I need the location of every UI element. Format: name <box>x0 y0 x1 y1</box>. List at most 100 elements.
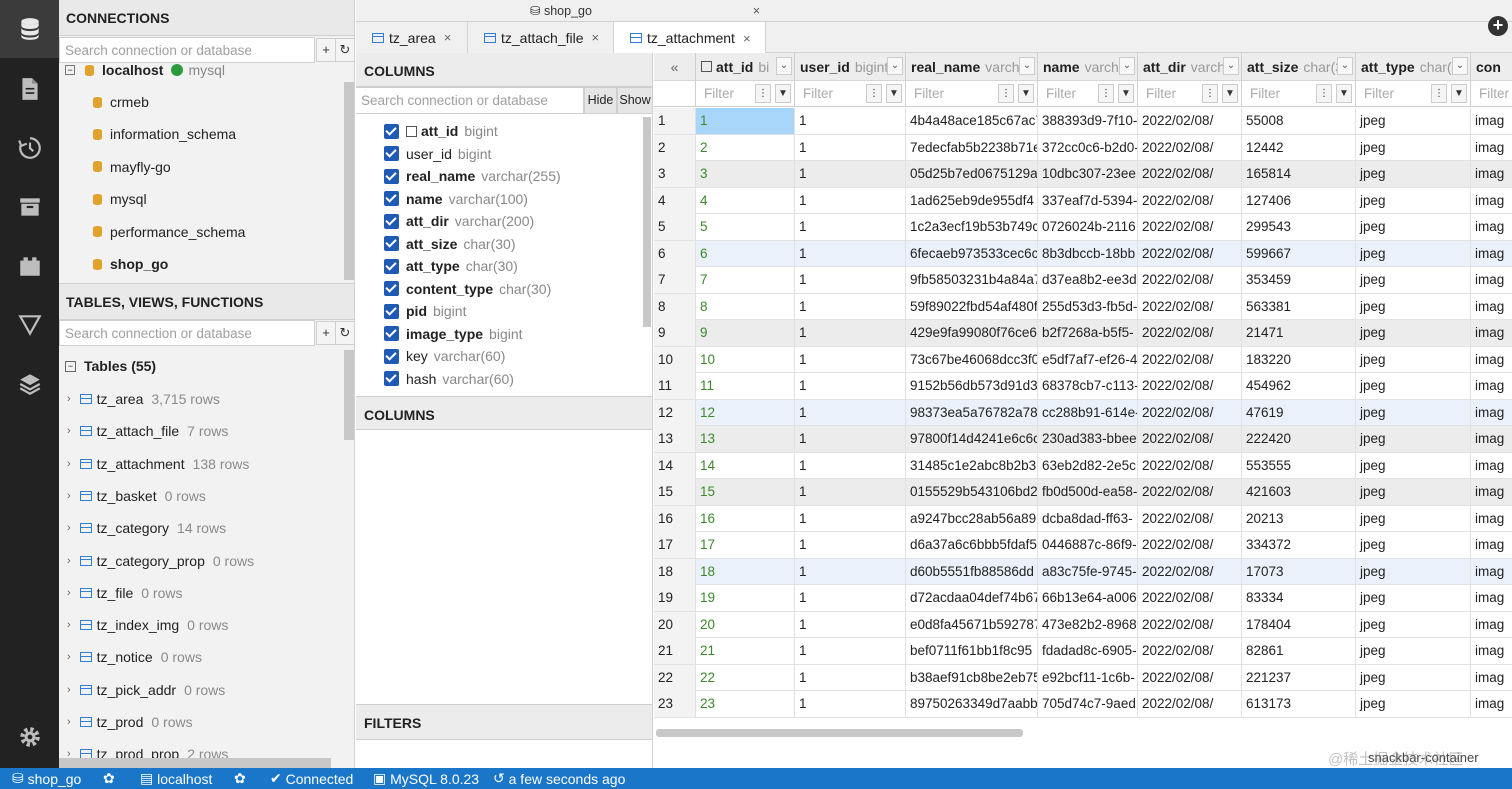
table-row[interactable]: 14 14 1 31485c1e2abc8b2b3b 63eb2d82-2e5c 2022… <box>654 452 1512 479</box>
filter-icon[interactable] <box>0 296 59 354</box>
table-cell[interactable]: 89750263349d7aabb <box>906 691 1038 717</box>
table-cell[interactable]: e92bcf11-1c6b- <box>1038 664 1138 691</box>
table-cell[interactable]: 8 <box>696 293 795 320</box>
close-icon[interactable]: × <box>592 30 600 45</box>
table-cell[interactable]: 21 <box>696 638 795 664</box>
filter-icon[interactable]: ▼ <box>1222 84 1238 103</box>
table-cell[interactable]: 14 <box>696 452 795 479</box>
refresh-connections-button[interactable]: ↻ <box>335 38 354 62</box>
table-cell[interactable]: jpeg <box>1356 505 1471 532</box>
table-row[interactable]: 4 4 1 1ad625eb9de955df4 337eaf7d-5394- 2022/0… <box>654 187 1512 214</box>
table-cell[interactable]: 2022/02/08/ <box>1138 267 1242 293</box>
table-cell[interactable]: 334372 <box>1242 532 1356 558</box>
gear-icon[interactable] <box>0 708 59 766</box>
table-cell[interactable]: bef0711f61bb1f8c95 <box>906 638 1038 664</box>
table-cell[interactable]: jpeg <box>1356 214 1471 240</box>
table-cell[interactable]: imag <box>1471 506 1512 532</box>
archive-icon[interactable] <box>0 178 59 236</box>
chevron-right-icon[interactable]: › <box>67 716 71 728</box>
table-cell[interactable]: 20 <box>696 611 795 638</box>
more-icon[interactable]: ⋮ <box>755 84 771 103</box>
table-cell[interactable]: jpeg <box>1356 293 1471 320</box>
checkbox[interactable] <box>384 303 399 319</box>
table-cell[interactable]: imag <box>1471 612 1512 638</box>
table-cell[interactable]: d6a37a6c6bbb5fdaf5 <box>906 532 1038 558</box>
database-item[interactable]: shop_go <box>93 248 168 280</box>
chevron-down-icon[interactable]: ⌄ <box>1223 57 1239 75</box>
table-cell[interactable]: imag <box>1471 691 1512 717</box>
table-cell[interactable]: 22 <box>696 664 795 691</box>
more-icon[interactable]: ⋮ <box>1431 84 1447 103</box>
chevron-down-icon[interactable]: ⌄ <box>1119 57 1135 75</box>
table-row[interactable]: 20 20 1 e0d8fa45671b592787 473e82b2-8968 2022… <box>654 611 1512 638</box>
table-cell[interactable]: 05d25b7ed0675129a <box>906 161 1038 187</box>
checkbox[interactable] <box>384 236 399 251</box>
table-cell[interactable]: 2022/02/08/ <box>1138 638 1242 664</box>
table-cell[interactable]: imag <box>1471 559 1512 585</box>
table-cell[interactable]: 10 <box>696 346 795 373</box>
table-row[interactable]: 17 17 1 d6a37a6c6bbb5fdaf5 0446887c-86f9- 202… <box>654 532 1512 559</box>
table-cell[interactable]: 299543 <box>1242 214 1356 240</box>
table-cell[interactable]: 1 <box>795 426 906 452</box>
table-cell[interactable]: jpeg <box>1356 558 1471 585</box>
table-cell[interactable]: 73c67be46068dcc3f0 <box>906 346 1038 373</box>
table-cell[interactable]: a83c75fe-9745- <box>1038 558 1138 585</box>
table-cell[interactable]: imag <box>1471 638 1512 664</box>
table-cell[interactable]: d60b5551fb88586dd <box>906 558 1038 585</box>
filter-icon[interactable]: ▼ <box>1451 84 1467 103</box>
table-cell[interactable]: 13 <box>696 426 795 452</box>
table-cell[interactable]: 0726024b-2116 <box>1038 214 1138 240</box>
table-cell[interactable]: 563381 <box>1242 293 1356 320</box>
database-item[interactable]: crmeb <box>93 86 149 118</box>
table-cell[interactable]: imag <box>1471 267 1512 293</box>
table-cell[interactable]: imag <box>1471 320 1512 346</box>
table-cell[interactable]: 222420 <box>1242 426 1356 452</box>
table-cell[interactable]: 2 <box>696 134 795 161</box>
table-cell[interactable]: jpeg <box>1356 373 1471 399</box>
connections-scrollbar[interactable] <box>344 82 354 280</box>
table-cell[interactable]: 1 <box>795 240 906 267</box>
more-icon[interactable]: ⋮ <box>1316 84 1332 103</box>
checkbox[interactable] <box>384 258 399 274</box>
table-cell[interactable]: 178404 <box>1242 611 1356 638</box>
table-row[interactable]: 18 18 1 d60b5551fb88586dd a83c75fe-9745- 2022… <box>654 558 1512 585</box>
table-cell[interactable]: 19 <box>696 585 795 611</box>
table-cell[interactable]: imag <box>1471 373 1512 399</box>
layers-icon[interactable] <box>0 355 59 413</box>
table-cell[interactable]: 705d74c7-9aed <box>1038 691 1138 717</box>
table-row[interactable]: 11 11 1 9152b56db573d91d3 68378cb7-c113- 2022… <box>654 373 1512 400</box>
table-cell[interactable]: 1 <box>795 108 906 134</box>
table-cell[interactable]: 7 <box>696 267 795 293</box>
column-item[interactable]: real_name varchar(255) <box>384 165 561 187</box>
table-cell[interactable]: imag <box>1471 188 1512 214</box>
checkbox[interactable] <box>384 371 399 386</box>
table-cell[interactable]: 23 <box>696 691 795 717</box>
tab-tz-attach-file[interactable]: tz_attach_file × <box>468 22 614 53</box>
table-cell[interactable]: 454962 <box>1242 373 1356 399</box>
column-search-input[interactable]: Search connection or database <box>356 87 584 114</box>
table-cell[interactable]: jpeg <box>1356 267 1471 293</box>
table-cell[interactable]: imag <box>1471 241 1512 267</box>
table-cell[interactable]: imag <box>1471 294 1512 320</box>
table-cell[interactable]: 337eaf7d-5394- <box>1038 187 1138 214</box>
table-cell[interactable]: 82861 <box>1242 638 1356 664</box>
table-cell[interactable]: 353459 <box>1242 267 1356 293</box>
table-cell[interactable]: 613173 <box>1242 691 1356 717</box>
column-header[interactable]: user_id bigint ⌄ <box>795 53 906 81</box>
table-cell[interactable]: 7edecfab5b2238b71e <box>906 134 1038 161</box>
database-item[interactable]: performance_schema <box>93 216 245 248</box>
table-cell[interactable]: 9fb58503231b4a84a7 <box>906 267 1038 293</box>
grid-hscrollbar[interactable] <box>656 729 1023 737</box>
table-cell[interactable]: 1 <box>795 214 906 240</box>
table-cell[interactable]: 2022/02/08/ <box>1138 691 1242 717</box>
table-cell[interactable]: 1 <box>795 267 906 293</box>
table-cell[interactable]: 2022/02/08/ <box>1138 240 1242 267</box>
table-cell[interactable]: 1 <box>795 532 906 558</box>
table-cell[interactable]: jpeg <box>1356 161 1471 187</box>
table-cell[interactable]: jpeg <box>1356 479 1471 505</box>
table-row[interactable]: 6 6 1 6fecaeb973533cec6c 8b3dbccb-18bb 2022/0… <box>654 240 1512 267</box>
table-search-input[interactable]: Search connection or database <box>59 320 315 346</box>
table-cell[interactable]: 1ad625eb9de955df4 <box>906 187 1038 214</box>
table-cell[interactable]: cc288b91-614e- <box>1038 399 1138 426</box>
table-row[interactable]: 16 16 1 a9247bcc28ab56a89b dcba8dad-ff63- 202… <box>654 505 1512 532</box>
